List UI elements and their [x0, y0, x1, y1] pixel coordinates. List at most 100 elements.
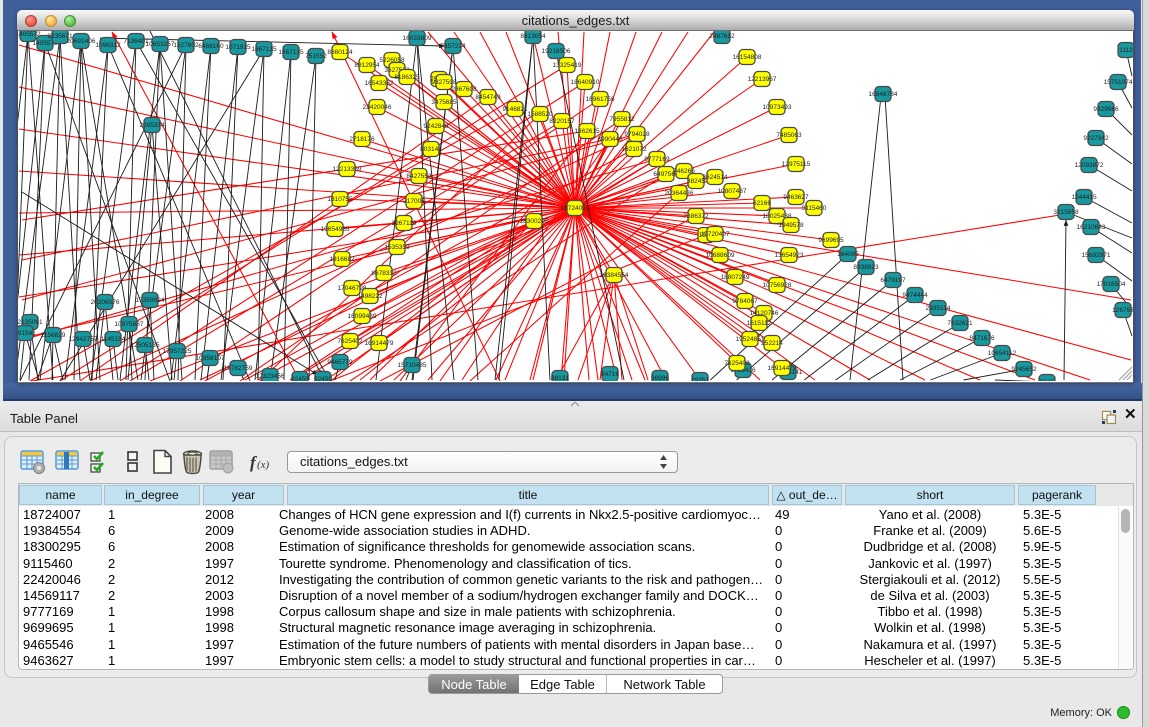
svg-text:9327508: 9327508 — [431, 79, 457, 86]
svg-text:19384554: 19384554 — [600, 272, 629, 279]
svg-text:20691406: 20691406 — [67, 38, 96, 45]
svg-text:12975115: 12975115 — [782, 161, 811, 168]
svg-text:16914479: 16914479 — [365, 340, 394, 347]
svg-text:8938923: 8938923 — [853, 264, 879, 271]
svg-text:12213369: 12213369 — [333, 166, 362, 173]
svg-text:1112: 1112 — [1119, 47, 1133, 54]
svg-text:96996: 96996 — [651, 375, 669, 381]
svg-text:10653267: 10653267 — [146, 41, 175, 48]
svg-text:84716: 84716 — [601, 371, 619, 378]
svg-text:2005334: 2005334 — [139, 122, 165, 129]
svg-text:16099489: 16099489 — [348, 313, 377, 320]
svg-text:1145194: 1145194 — [101, 336, 126, 343]
svg-text:7625402: 7625402 — [724, 360, 750, 367]
svg-text:15720407: 15720407 — [701, 231, 730, 238]
svg-text:8220157: 8220157 — [549, 118, 575, 125]
svg-text:391541: 391541 — [18, 330, 36, 337]
svg-text:(x): (x) — [257, 459, 270, 471]
svg-text:6479197: 6479197 — [880, 277, 906, 284]
svg-text:1527602: 1527602 — [173, 42, 199, 49]
svg-text:10958107: 10958107 — [196, 355, 225, 362]
svg-text:10654112: 10654112 — [988, 350, 1017, 357]
svg-text:7485063: 7485063 — [776, 132, 802, 139]
svg-text:1810755: 1810755 — [327, 196, 353, 203]
svg-text:9784067: 9784067 — [732, 298, 758, 305]
svg-text:20206576: 20206576 — [91, 299, 120, 306]
svg-text:9245: 9245 — [1040, 379, 1055, 381]
svg-text:1588520: 1588520 — [527, 111, 553, 118]
svg-text:6466160: 6466160 — [198, 43, 224, 50]
svg-text:1096312: 1096312 — [95, 42, 121, 49]
svg-text:7625402: 7625402 — [337, 338, 363, 345]
svg-text:12505135: 12505135 — [131, 342, 160, 349]
svg-text:62166: 62166 — [753, 200, 771, 207]
svg-text:16782759: 16782759 — [224, 365, 253, 372]
svg-text:16033809: 16033809 — [403, 35, 432, 42]
svg-text:92450: 92450 — [314, 376, 332, 381]
svg-text:16848784: 16848784 — [869, 91, 898, 98]
svg-text:8186325: 8186325 — [394, 74, 420, 81]
svg-text:22420046: 22420046 — [363, 104, 392, 111]
svg-text:3624514: 3624514 — [702, 174, 728, 181]
svg-text:9465779: 9465779 — [327, 359, 353, 366]
svg-text:8912954: 8912954 — [354, 62, 380, 69]
svg-text:8471676: 8471676 — [969, 335, 995, 342]
svg-text:20364436: 20364436 — [665, 190, 694, 197]
svg-text:9699695: 9699695 — [818, 237, 844, 244]
svg-text:12213967: 12213967 — [748, 76, 777, 83]
svg-text:16543362: 16543362 — [365, 80, 394, 87]
svg-text:9463627: 9463627 — [783, 194, 809, 201]
svg-text:164095: 164095 — [837, 251, 859, 258]
svg-text:126753: 126753 — [1112, 307, 1133, 314]
svg-text:10688609: 10688609 — [706, 252, 735, 259]
svg-text:803144: 803144 — [420, 146, 442, 153]
svg-text:2867608: 2867608 — [451, 86, 477, 93]
svg-text:9245652: 9245652 — [1011, 366, 1037, 373]
svg-text:9146821: 9146821 — [502, 106, 528, 113]
svg-text:13325419: 13325419 — [553, 62, 582, 69]
svg-text:7955812: 7955812 — [609, 116, 635, 123]
svg-text:9474444: 9474444 — [902, 292, 928, 299]
svg-text:1535359: 1535359 — [384, 244, 410, 251]
svg-text:2487652: 2487652 — [709, 33, 735, 40]
svg-text:8660124: 8660124 — [327, 49, 353, 56]
svg-text:18724007: 18724007 — [561, 205, 590, 212]
svg-text:9227342: 9227342 — [1083, 135, 1109, 142]
svg-text:19218506: 19218506 — [542, 48, 571, 55]
svg-text:2718176: 2718176 — [349, 136, 375, 143]
svg-text:12093872: 12093872 — [1075, 162, 1104, 169]
svg-text:3215958: 3215958 — [1053, 209, 1079, 216]
svg-text:8813054: 8813054 — [520, 33, 546, 40]
svg-text:8427552: 8427552 — [406, 173, 432, 180]
svg-text:18640910: 18640910 — [571, 79, 600, 86]
svg-text:9242848: 9242848 — [423, 123, 449, 130]
svg-text:1667135: 1667135 — [278, 49, 304, 56]
svg-text:7386372: 7386372 — [683, 213, 709, 220]
svg-text:1156829: 1156829 — [41, 332, 66, 339]
svg-text:13654923: 13654923 — [775, 252, 804, 259]
svg-text:88131: 88131 — [551, 375, 569, 381]
svg-text:1949578: 1949578 — [778, 222, 804, 229]
svg-text:8990448: 8990448 — [597, 136, 623, 143]
svg-text:16154808: 16154808 — [733, 54, 762, 61]
svg-text:10756928: 10756928 — [763, 282, 792, 289]
svg-text:252214: 252214 — [761, 340, 783, 347]
svg-text:1667135: 1667135 — [251, 46, 277, 53]
svg-text:17359924: 17359924 — [136, 297, 165, 304]
svg-text:16914479: 16914479 — [768, 365, 797, 372]
svg-text:1621072: 1621072 — [621, 146, 647, 153]
svg-text:1244415: 1244415 — [1071, 194, 1097, 201]
svg-text:3267110: 3267110 — [392, 220, 417, 227]
svg-text:9115460: 9115460 — [802, 205, 827, 212]
svg-text:15692971: 15692971 — [1082, 252, 1111, 259]
svg-text:8454749: 8454749 — [475, 94, 501, 101]
svg-text:17016504: 17016504 — [1097, 281, 1126, 288]
svg-text:1071915: 1071915 — [225, 44, 251, 51]
svg-text:17957225: 17957225 — [163, 348, 192, 355]
svg-text:29351: 29351 — [691, 377, 709, 381]
svg-text:1916682: 1916682 — [329, 256, 355, 263]
svg-text:10807487: 10807487 — [718, 188, 747, 195]
svg-text:9794028: 9794028 — [624, 131, 650, 138]
svg-text:9329966: 9329966 — [1093, 106, 1119, 113]
svg-text:1362615: 1362615 — [574, 128, 600, 135]
